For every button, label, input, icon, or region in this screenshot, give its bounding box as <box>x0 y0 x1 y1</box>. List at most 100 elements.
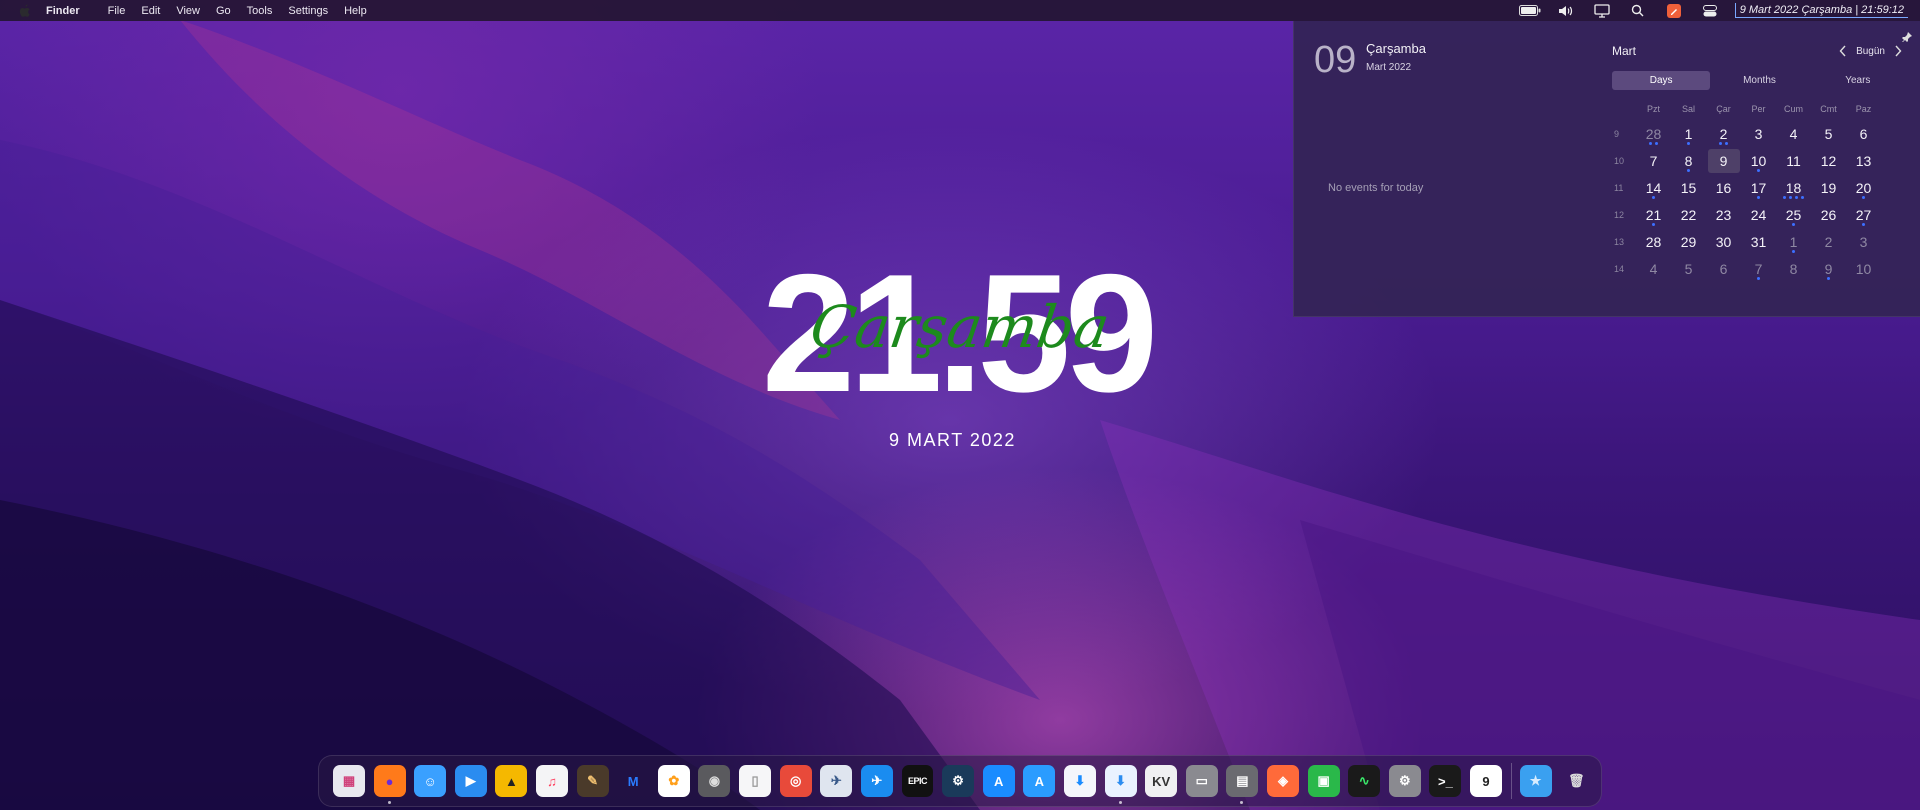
menu-go[interactable]: Go <box>216 5 231 17</box>
calendar-day[interactable]: 20 <box>1846 176 1881 200</box>
tab-months[interactable]: Months <box>1710 71 1808 90</box>
calendar-week-row: 13 28 29 30 31 1 2 3 <box>1612 228 1907 255</box>
calendar-day[interactable]: 14 <box>1636 176 1671 200</box>
tab-years[interactable]: Years <box>1809 71 1907 90</box>
apple-menu-icon[interactable] <box>18 4 32 18</box>
calendar-day-today[interactable]: 9 <box>1706 148 1741 173</box>
calendar-day[interactable]: 3 <box>1846 230 1881 254</box>
display-icon[interactable] <box>1591 3 1613 19</box>
calendar-day[interactable]: 5 <box>1671 257 1706 281</box>
epic-games-icon[interactable]: EPIC <box>901 765 934 797</box>
calendar-day[interactable]: 25 <box>1776 203 1811 227</box>
calendar-day[interactable]: 6 <box>1846 122 1881 146</box>
calendar-day[interactable]: 1 <box>1671 122 1706 146</box>
calendar-day[interactable]: 9 <box>1811 257 1846 281</box>
today-button[interactable]: Bugün <box>1856 46 1885 57</box>
xcode-like-icon[interactable]: ✈ <box>820 765 853 797</box>
calendar-day[interactable]: 22 <box>1671 203 1706 227</box>
swift-icon[interactable]: ✈ <box>860 765 893 797</box>
green-terminal-icon[interactable]: ▣ <box>1307 765 1340 797</box>
calendar-day[interactable]: 8 <box>1671 149 1706 173</box>
calendar-day[interactable]: 17 <box>1741 176 1776 200</box>
pdf-reader-icon[interactable]: ◎ <box>779 765 812 797</box>
search-icon[interactable] <box>1627 3 1649 19</box>
calendar-day[interactable]: 2 <box>1811 230 1846 254</box>
pencil-app-icon[interactable] <box>1663 3 1685 19</box>
calendar-day[interactable]: 18 <box>1776 176 1811 200</box>
menu-help[interactable]: Help <box>344 5 367 17</box>
pin-icon[interactable] <box>1902 29 1912 43</box>
calendar-day[interactable]: 10 <box>1741 149 1776 173</box>
downloader-icon[interactable]: ⬇ <box>1063 765 1096 797</box>
firefox-icon[interactable]: ● <box>373 765 406 804</box>
calendar-day[interactable]: 30 <box>1706 230 1741 254</box>
calendar-day[interactable]: 23 <box>1706 203 1741 227</box>
terminal-icon[interactable]: >_ <box>1429 765 1462 797</box>
music-icon[interactable]: ♫ <box>536 765 568 797</box>
steam-icon[interactable]: ⚙ <box>942 765 975 797</box>
calendar-day[interactable]: 13 <box>1846 149 1881 173</box>
calendar-day[interactable]: 28 <box>1636 230 1671 254</box>
app-store-icon[interactable]: A <box>982 765 1015 797</box>
screenshot-icon[interactable]: ◉ <box>698 765 731 797</box>
trash-icon[interactable]: 🗑 <box>1560 765 1592 797</box>
menu-view[interactable]: View <box>176 5 200 17</box>
calendar-day[interactable]: 4 <box>1636 257 1671 281</box>
calendar-day[interactable]: 5 <box>1811 122 1846 146</box>
chevron-left-icon[interactable] <box>1834 42 1852 60</box>
shield-app-icon[interactable]: ◈ <box>1267 765 1299 797</box>
finder-icon[interactable]: ☺ <box>414 765 447 797</box>
photos-icon[interactable]: ✿ <box>657 765 690 797</box>
calendar-day[interactable]: 31 <box>1741 230 1776 254</box>
preview-icon[interactable]: ▯ <box>739 765 772 797</box>
calendar-day[interactable]: 10 <box>1846 257 1881 281</box>
script-editor-icon[interactable]: ✎ <box>576 765 609 797</box>
menu-file[interactable]: File <box>108 5 126 17</box>
battery-icon[interactable] <box>1518 3 1541 19</box>
calendar-day[interactable]: 11 <box>1776 149 1811 173</box>
event-dots <box>1741 195 1776 200</box>
calendar-day[interactable]: 27 <box>1846 203 1881 227</box>
calendar-day[interactable]: 26 <box>1811 203 1846 227</box>
menu-tools[interactable]: Tools <box>247 5 273 17</box>
menu-bar-clock[interactable]: 9 Mart 2022 Çarşamba | 21:59:12 <box>1734 3 1908 18</box>
menu-edit[interactable]: Edit <box>141 5 160 17</box>
calendar-day[interactable]: 6 <box>1706 257 1741 281</box>
folder-icon[interactable]: ★ <box>1519 765 1552 797</box>
calendar-day[interactable]: 15 <box>1671 176 1706 200</box>
quicktime-icon[interactable]: ▶ <box>454 765 487 797</box>
volume-icon[interactable] <box>1555 3 1577 19</box>
archive-utility-icon[interactable]: KV <box>1145 765 1178 797</box>
menu-app-name[interactable]: Finder <box>46 5 80 17</box>
calendar-day[interactable]: 12 <box>1811 149 1846 173</box>
calendar-day[interactable]: 21 <box>1636 203 1671 227</box>
disk-drive-icon[interactable]: ▤ <box>1226 765 1259 804</box>
menu-settings[interactable]: Settings <box>288 5 328 17</box>
activity-monitor-icon[interactable]: ∿ <box>1348 765 1381 797</box>
tab-days[interactable]: Days <box>1612 71 1711 90</box>
malwarebytes-icon[interactable]: M <box>617 765 649 797</box>
calendar-day-number: 28 <box>1645 125 1662 142</box>
calendar-day[interactable]: 7 <box>1741 257 1776 281</box>
calendar-day[interactable]: 4 <box>1776 122 1811 146</box>
launchpad-icon[interactable]: ▦ <box>333 765 365 797</box>
toggle-icon[interactable] <box>1699 3 1721 19</box>
calendar-icon[interactable]: 9 <box>1470 765 1502 797</box>
calendar-day[interactable]: 28 <box>1636 122 1671 146</box>
calendar-day[interactable]: 16 <box>1706 176 1741 200</box>
calendar-day[interactable]: 3 <box>1741 122 1776 146</box>
chevron-right-icon[interactable] <box>1889 42 1907 60</box>
calendar-day[interactable]: 29 <box>1671 230 1706 254</box>
calendar-day[interactable]: 1 <box>1776 230 1811 254</box>
app-store-2-icon[interactable]: A <box>1023 765 1056 797</box>
calendar-day[interactable]: 7 <box>1636 149 1671 173</box>
calendar-day[interactable]: 24 <box>1741 203 1776 227</box>
download-manager-icon[interactable]: ⬇ <box>1104 765 1137 804</box>
vlc-like-icon[interactable]: ▲ <box>495 765 528 797</box>
calendar-day[interactable]: 2 <box>1706 122 1741 146</box>
disk-utility-icon[interactable]: ▭ <box>1185 765 1218 797</box>
system-preferences-icon[interactable]: ⚙ <box>1388 765 1421 797</box>
calendar-day[interactable]: 8 <box>1776 257 1811 281</box>
calendar-day[interactable]: 19 <box>1811 176 1846 200</box>
week-number-header <box>1612 98 1636 120</box>
